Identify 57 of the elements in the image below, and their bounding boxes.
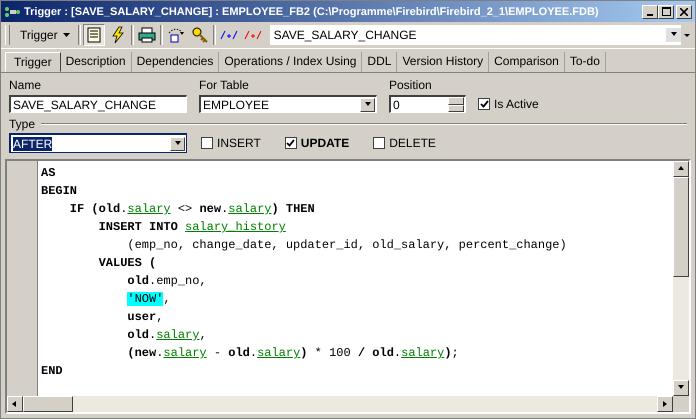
scroll-thumb[interactable] — [673, 177, 689, 277]
tab[interactable]: Comparison — [489, 52, 565, 72]
check-icon — [480, 100, 488, 108]
code-line: old.salary, — [126, 327, 207, 344]
code-line: AS — [41, 165, 56, 182]
check-icon — [286, 139, 296, 147]
tab[interactable]: Dependencies — [132, 52, 220, 72]
vertical-scrollbar[interactable] — [673, 161, 689, 396]
close-button[interactable] — [676, 4, 692, 18]
minimize-icon — [647, 14, 653, 16]
code-line: (new.salary - old.salary) * 100 / old.salary); — [126, 345, 459, 362]
scroll-left-icon — [11, 400, 19, 408]
code-line: (emp_no, change_date, updater_id, old_salary, percent_change) — [126, 237, 567, 254]
code-line: INSERT INTO salary_history — [98, 219, 286, 236]
table-dropdown[interactable]: EMPLOYEE — [199, 95, 377, 113]
app-icon — [4, 6, 20, 18]
resize-grip[interactable] — [673, 396, 689, 412]
tab[interactable]: Operations / Index Using — [219, 52, 362, 72]
name-field[interactable]: SAVE_SALARY_CHANGE — [9, 95, 187, 113]
type-label: Type — [9, 117, 36, 131]
position-spinner[interactable]: 0 — [389, 95, 466, 113]
code-line: BEGIN — [41, 183, 78, 200]
code-line: user, — [126, 309, 164, 326]
close-icon — [680, 8, 688, 16]
minimize-button[interactable] — [642, 4, 658, 18]
code-line: END — [41, 363, 63, 380]
code-line: old.emp_no, — [126, 273, 207, 290]
scroll-thumb[interactable] — [23, 396, 73, 412]
document-icon[interactable] — [82, 24, 105, 46]
scroll-up-icon — [677, 165, 685, 173]
type-dropdown[interactable]: AFTER — [9, 133, 187, 153]
caret-icon — [62, 33, 70, 37]
maximize-button[interactable] — [658, 4, 674, 18]
event-checkbox[interactable]: DELETE — [373, 136, 436, 150]
dropdown-arrow-icon — [174, 140, 182, 148]
position-label: Position — [389, 78, 433, 92]
is-active-checkbox[interactable]: Is Active — [478, 97, 539, 111]
code-line: VALUES ( — [98, 255, 156, 272]
maximize-icon — [662, 7, 670, 16]
event-checkbox[interactable]: UPDATE — [284, 136, 350, 150]
toolbar-overflow-icon[interactable] — [683, 31, 691, 39]
event-checkbox[interactable]: INSERT — [201, 136, 261, 150]
tab[interactable]: Description — [60, 52, 132, 72]
trigger-menu-button[interactable]: Trigger — [14, 24, 76, 46]
code-line: IF (old.salary <> new.salary) THEN — [68, 201, 315, 218]
tab[interactable]: To-do — [564, 52, 606, 72]
code-editor[interactable] — [5, 159, 691, 414]
tab[interactable]: Version History — [397, 52, 490, 72]
tab[interactable]: DDL — [362, 52, 398, 72]
tab[interactable]: Trigger — [5, 52, 61, 72]
name-label: Name — [9, 78, 42, 92]
object-selector[interactable]: SAVE_SALARY_CHANGE — [270, 25, 681, 45]
for-table-label: For Table — [199, 78, 250, 92]
dropdown-arrow-icon — [364, 100, 372, 108]
horizontal-scrollbar[interactable] — [7, 396, 673, 412]
window-title: Trigger : [SAVE_SALARY_CHANGE] : EMPLOYEE_FB2 (C:\Programme\Firebird\Firebird_2_1\EMPLOYEE.FDB) — [24, 6, 600, 18]
scroll-right-icon — [661, 400, 669, 408]
